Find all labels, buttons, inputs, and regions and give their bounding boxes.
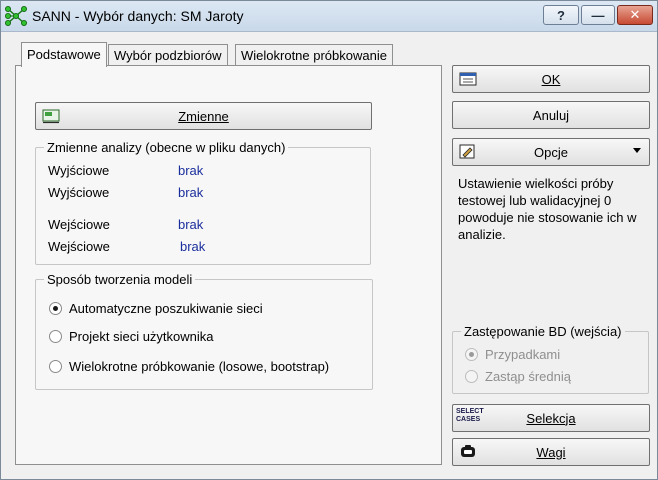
analysis-variables-title: Zmienne analizy (obecne w pliku danych) bbox=[47, 140, 286, 155]
missing-data-title: Zastępowanie BD (wejścia) bbox=[464, 324, 622, 339]
chevron-down-icon[interactable] bbox=[633, 148, 641, 153]
ok-icon bbox=[459, 72, 477, 86]
tab-wielokrotne-probkowanie[interactable]: Wielokrotne próbkowanie bbox=[235, 44, 393, 66]
input-var-label: Wejściowe bbox=[48, 217, 110, 232]
options-label: Opcje bbox=[534, 144, 568, 160]
input-var-value: brak bbox=[178, 217, 204, 232]
output-var-value: brak bbox=[178, 185, 204, 200]
radio-label: Automatyczne poszukiwanie sieci bbox=[69, 301, 263, 316]
minimize-icon: — bbox=[591, 7, 605, 23]
selection-label: Selekcja bbox=[526, 410, 576, 426]
variables-button[interactable]: Zmienne bbox=[35, 102, 372, 130]
close-icon: ✕ bbox=[629, 7, 641, 22]
help-button[interactable]: ? bbox=[543, 5, 579, 25]
cancel-label: Anuluj bbox=[532, 107, 570, 123]
radio-indicator bbox=[49, 302, 62, 315]
tab-podstawowe[interactable]: Podstawowe bbox=[21, 42, 107, 67]
input-var-label: Wejściowe bbox=[48, 239, 110, 254]
neural-network-icon bbox=[5, 6, 27, 26]
help-icon: ? bbox=[557, 7, 565, 23]
weights-button[interactable]: Wagi bbox=[452, 438, 650, 466]
radio-indicator bbox=[465, 348, 478, 361]
title-bar: SANN - Wybór danych: SM Jaroty ? — ✕ bbox=[1, 1, 657, 32]
variables-label: Zmienne bbox=[178, 108, 229, 124]
radio-label: Wielokrotne próbkowanie (losowe, bootstr… bbox=[69, 359, 330, 374]
info-text: Ustawienie wielkości próby testowej lub … bbox=[458, 176, 637, 242]
weights-label: Wagi bbox=[536, 444, 566, 460]
tab-wybor-podzbiorow[interactable]: Wybór podzbiorów bbox=[108, 44, 228, 66]
close-button[interactable]: ✕ bbox=[617, 5, 653, 25]
selection-button[interactable]: SELECT CASES Selekcja bbox=[452, 404, 650, 432]
radio-indicator bbox=[465, 370, 478, 383]
weights-icon bbox=[461, 445, 475, 457]
radio-indicator bbox=[49, 330, 62, 343]
radio-label: Projekt sieci użytkownika bbox=[69, 329, 214, 344]
radio-label: Zastąp średnią bbox=[485, 369, 571, 384]
ok-label: OK bbox=[541, 71, 561, 87]
radio-automatic-search[interactable]: Automatyczne poszukiwanie sieci bbox=[49, 301, 263, 316]
ok-button[interactable]: OK bbox=[452, 65, 650, 93]
model-building-title: Sposób tworzenia modeli bbox=[47, 272, 193, 287]
options-icon bbox=[459, 144, 475, 159]
output-var-value: brak bbox=[178, 163, 204, 178]
radio-mean-substitution[interactable]: Zastąp średnią bbox=[465, 369, 571, 384]
output-var-label: Wyjściowe bbox=[48, 185, 110, 200]
radio-resampling[interactable]: Wielokrotne próbkowanie (losowe, bootstr… bbox=[49, 359, 329, 374]
tab-label: Wielokrotne próbkowanie bbox=[241, 48, 387, 63]
tab-label: Podstawowe bbox=[27, 47, 101, 62]
select-cases-icon: SELECT CASES bbox=[456, 408, 484, 423]
radio-casewise[interactable]: Przypadkami bbox=[465, 347, 560, 362]
radio-user-design[interactable]: Projekt sieci użytkownika bbox=[49, 329, 214, 344]
radio-label: Przypadkami bbox=[485, 347, 561, 362]
minimize-button[interactable]: — bbox=[581, 5, 615, 25]
tab-label: Wybór podzbiorów bbox=[114, 48, 222, 63]
radio-indicator bbox=[49, 360, 62, 373]
options-button[interactable]: Opcje bbox=[452, 138, 650, 166]
cancel-button[interactable]: Anuluj bbox=[452, 101, 650, 129]
input-var-value: brak bbox=[180, 239, 206, 254]
output-var-label: Wyjściowe bbox=[48, 163, 110, 178]
dialog-window: SANN - Wybór danych: SM Jaroty ? — ✕ Pod… bbox=[0, 0, 658, 480]
variables-icon bbox=[42, 109, 60, 124]
window-title: SANN - Wybór danych: SM Jaroty bbox=[32, 8, 244, 24]
